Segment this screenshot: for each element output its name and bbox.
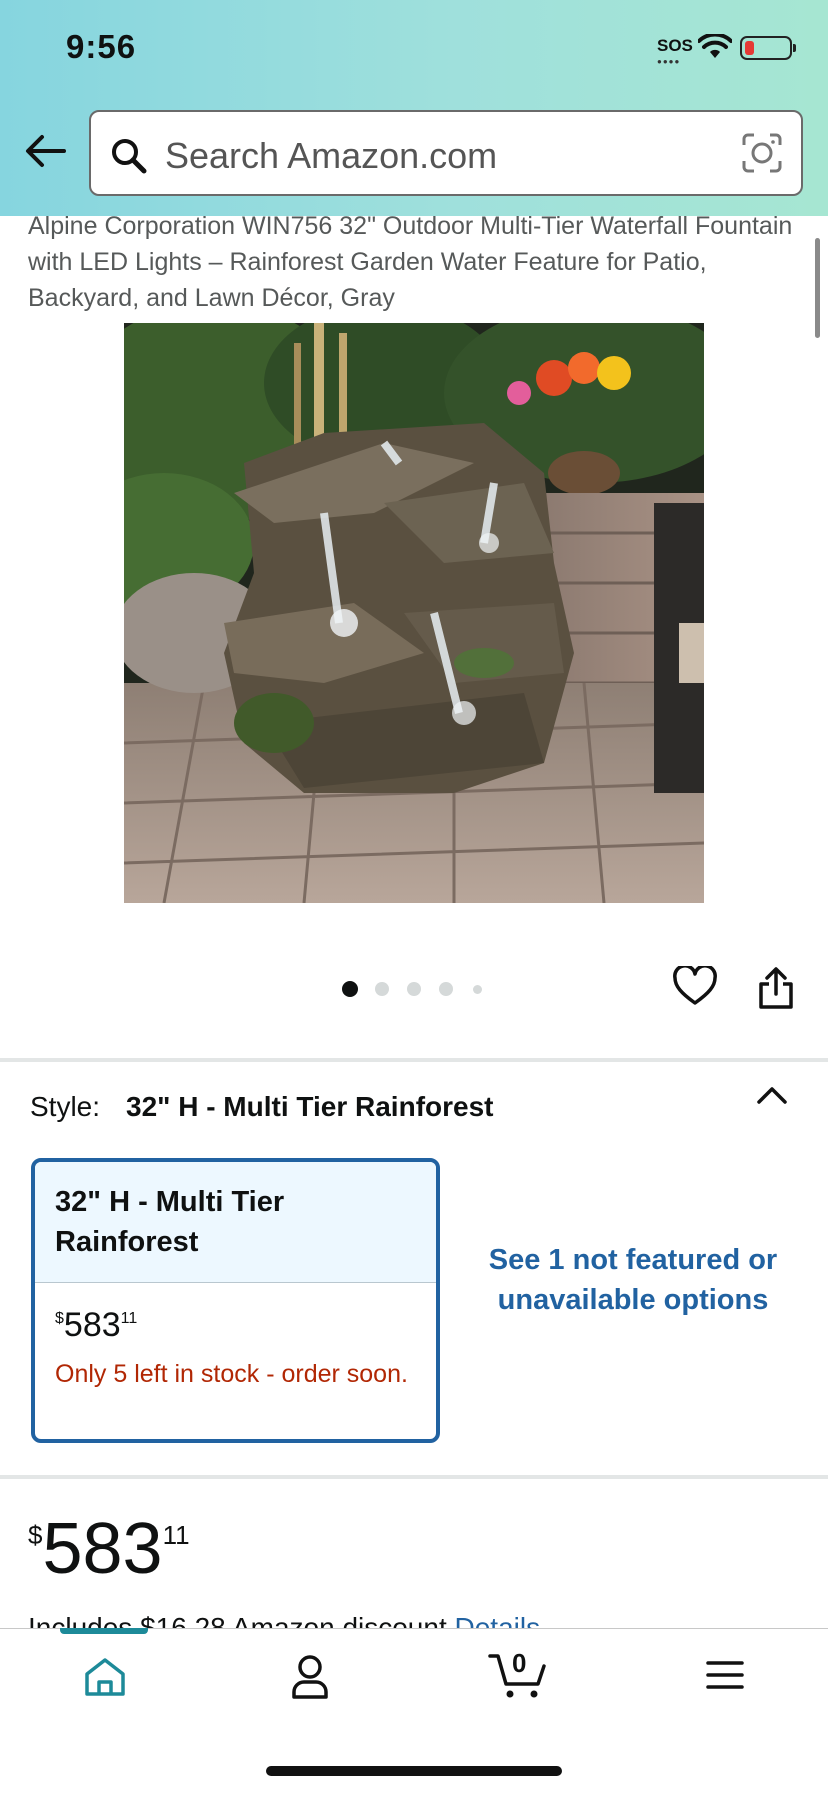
carousel-dot[interactable] bbox=[342, 981, 358, 997]
style-option-header: 32" H - Multi Tier Rainforest bbox=[35, 1162, 436, 1283]
chevron-up-icon[interactable] bbox=[756, 1085, 788, 1105]
heart-icon[interactable] bbox=[673, 966, 717, 1006]
carousel-dot[interactable] bbox=[375, 982, 389, 996]
cart-count-badge: 0 bbox=[512, 1648, 527, 1678]
home-icon[interactable] bbox=[83, 1656, 127, 1698]
style-option-price: $58311 bbox=[55, 1306, 138, 1344]
back-arrow-icon[interactable] bbox=[24, 134, 66, 168]
active-tab-indicator bbox=[60, 1628, 148, 1634]
product-title[interactable]: Alpine Corporation WIN756 32" Outdoor Mu… bbox=[28, 208, 798, 316]
wifi-icon bbox=[698, 34, 732, 58]
carousel-dot[interactable] bbox=[473, 985, 482, 994]
top-header: 9:56 SOS ●●●● Search Amazon.com bbox=[0, 0, 828, 216]
product-price: $58311 bbox=[28, 1509, 190, 1589]
style-option-name: 32" H - Multi Tier Rainforest bbox=[55, 1186, 285, 1258]
search-input[interactable]: Search Amazon.com bbox=[165, 135, 497, 177]
account-icon[interactable] bbox=[290, 1654, 330, 1700]
stock-warning: Only 5 left in stock - order soon. bbox=[55, 1360, 408, 1388]
share-icon[interactable] bbox=[756, 966, 796, 1010]
sos-indicator: SOS bbox=[657, 36, 693, 55]
menu-icon[interactable] bbox=[706, 1660, 744, 1690]
section-divider bbox=[0, 1475, 828, 1479]
product-image[interactable] bbox=[124, 323, 704, 903]
search-bar[interactable]: Search Amazon.com bbox=[89, 110, 803, 196]
carousel-dot[interactable] bbox=[407, 982, 421, 996]
battery-icon bbox=[740, 36, 796, 60]
status-time: 9:56 bbox=[66, 28, 137, 65]
style-label: Style: bbox=[30, 1091, 101, 1122]
style-selected-value: 32" H - Multi Tier Rainforest bbox=[126, 1091, 494, 1122]
signal-dots: ●●●● bbox=[657, 57, 681, 66]
scrollbar[interactable] bbox=[815, 238, 820, 338]
see-more-options-link[interactable]: See 1 not featured or unavailable option… bbox=[478, 1240, 788, 1320]
section-divider bbox=[0, 1058, 828, 1062]
search-icon bbox=[112, 139, 147, 174]
style-option-card[interactable]: 32" H - Multi Tier Rainforest $58311 Onl… bbox=[31, 1158, 440, 1443]
carousel-dot[interactable] bbox=[439, 982, 453, 996]
camera-lens-icon[interactable] bbox=[741, 132, 783, 174]
home-gesture-bar[interactable] bbox=[266, 1766, 562, 1776]
